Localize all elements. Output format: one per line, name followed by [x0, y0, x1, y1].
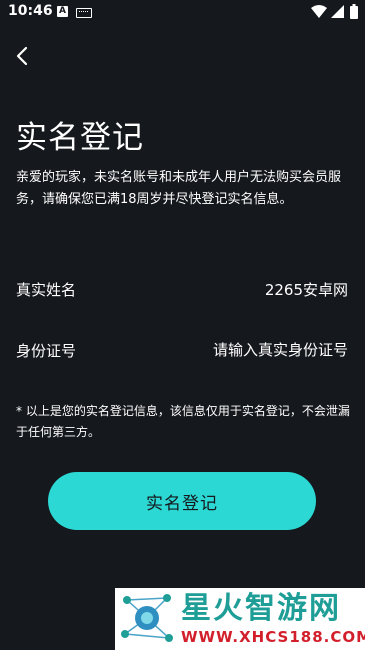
- id-row: 身份证号: [0, 335, 365, 365]
- wifi-icon: [311, 5, 327, 18]
- name-row: 真实姓名 2265安卓网: [0, 274, 365, 304]
- back-chevron-icon[interactable]: [12, 44, 34, 68]
- watermark-logo-icon: [121, 594, 173, 642]
- name-value: 2265安卓网: [264, 281, 348, 299]
- page-title: 实名登记: [16, 120, 144, 156]
- status-time: 10:46: [8, 3, 53, 19]
- name-label: 真实姓名: [16, 281, 77, 299]
- id-label: 身份证号: [16, 342, 77, 360]
- watermark-url: WWW.XHCS188.COM: [181, 628, 365, 646]
- battery-icon: [350, 4, 358, 19]
- status-bar: 10:46 A: [0, 0, 365, 24]
- id-number-input[interactable]: [148, 338, 348, 362]
- privacy-note: * 以上是您的实名登记信息，该信息仅用于实名登记，不会泄漏于任何第三方。: [16, 404, 350, 439]
- submit-button[interactable]: 实名登记: [48, 472, 316, 530]
- notification-badge: A: [57, 6, 68, 17]
- watermark-title: 星火智游网: [181, 591, 341, 626]
- signal-icon: [331, 5, 344, 18]
- keyboard-icon: [76, 8, 92, 18]
- watermark: 星火智游网 WWW.XHCS188.COM: [115, 588, 365, 650]
- page-description: 亲爱的玩家，未实名账号和未成年人用户无法购买会员服务，请确保您已满18周岁并尽快…: [16, 170, 342, 207]
